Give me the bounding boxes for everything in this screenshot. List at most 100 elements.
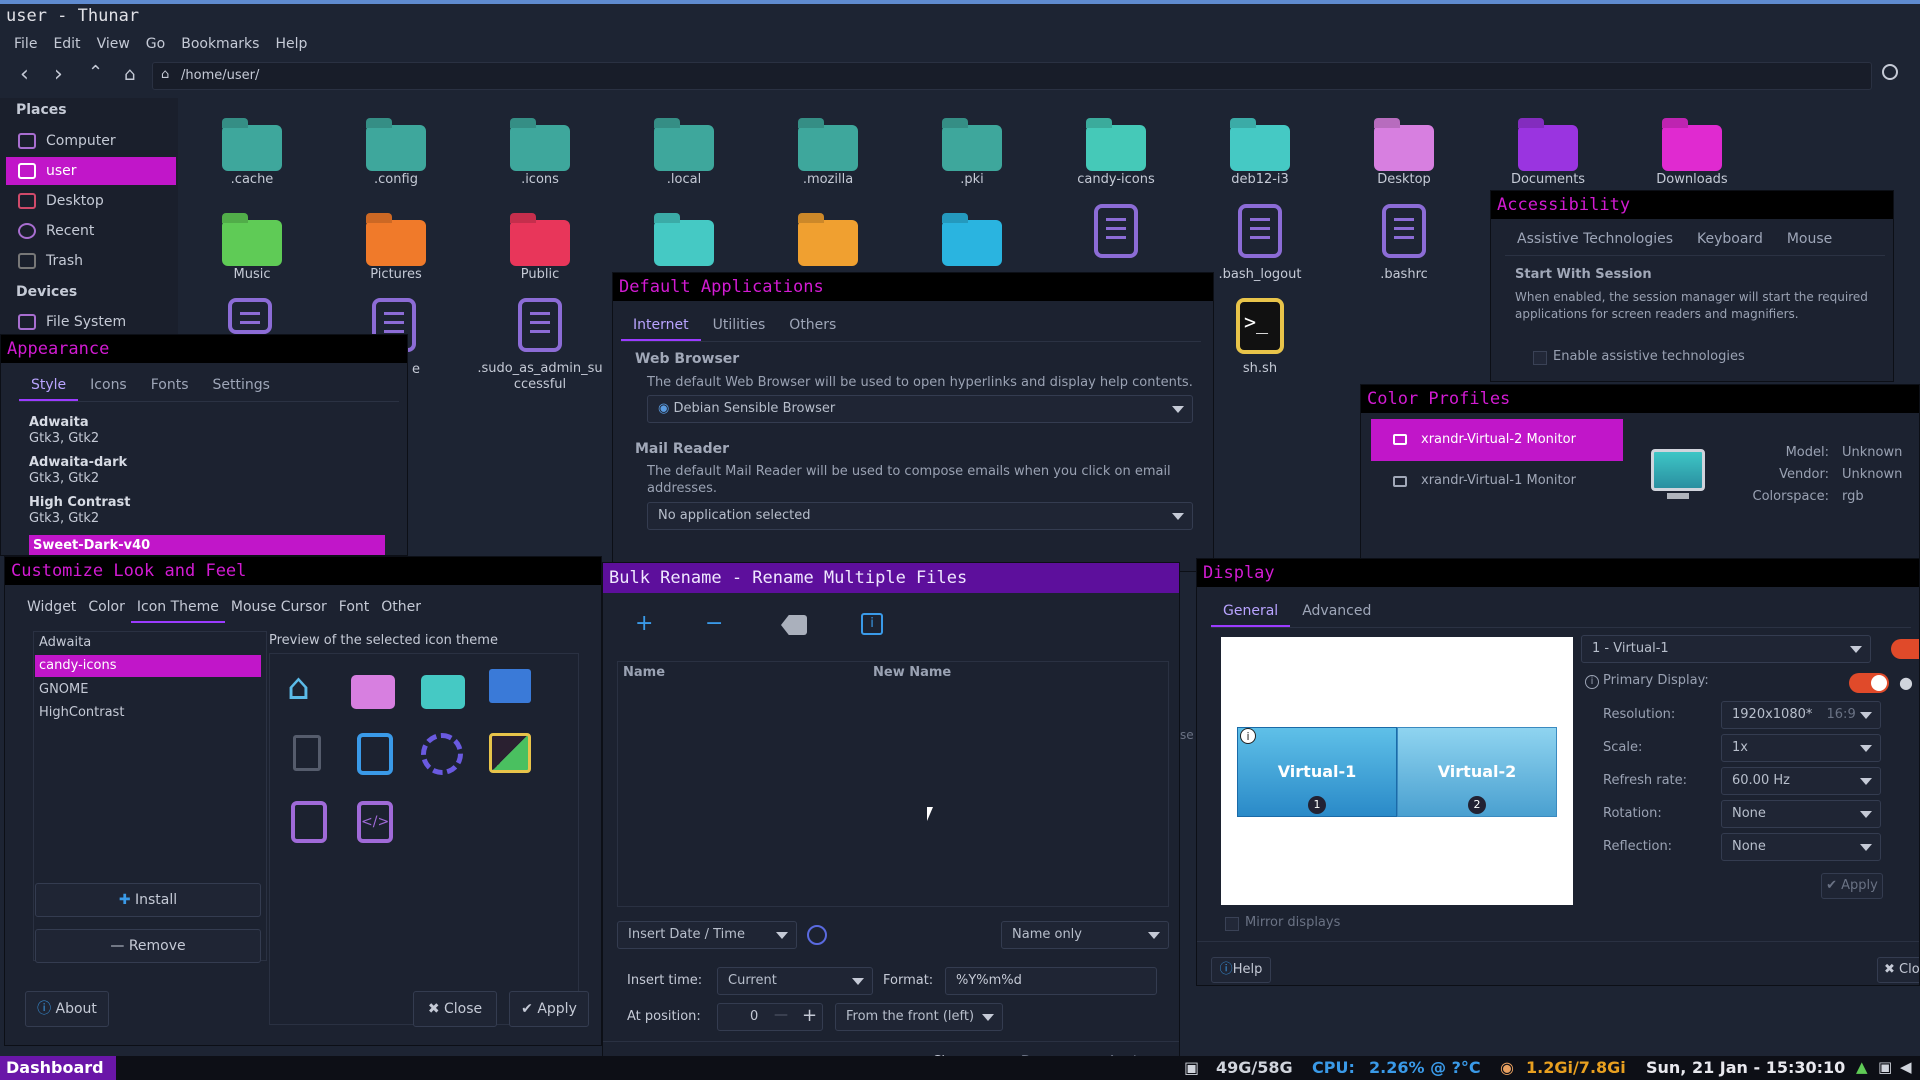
tab-settings[interactable]: Settings [201,369,282,401]
forward-icon[interactable]: › [54,62,63,87]
tab-utilities[interactable]: Utilities [701,309,778,341]
apply-button[interactable]: ✔ Apply [509,991,589,1027]
theme-item[interactable]: Adwaita-dark Gtk3, Gtk2 [29,455,319,487]
rename-mode-select[interactable]: Insert Date / Time [617,921,797,949]
tab-mouse-cursor[interactable]: Mouse Cursor [225,591,333,623]
format-input[interactable]: %Y%m%d [945,967,1157,995]
help-icon[interactable] [807,925,827,945]
theme-item[interactable]: Adwaita Gtk3, Gtk2 [29,415,319,447]
folder-icon[interactable] [942,125,1002,171]
tab-keyboard[interactable]: Keyboard [1685,223,1775,255]
pictures-folder-icon[interactable] [366,220,426,266]
output-toggle[interactable] [1891,639,1919,659]
sidebar-item-computer[interactable]: Computer [6,127,176,155]
monitor-virtual-1[interactable]: Virtual-1 1 i [1237,727,1397,817]
column-name[interactable]: Name [623,665,665,680]
desktop-folder-icon[interactable] [1374,125,1434,171]
rotation-select[interactable]: None [1721,800,1881,828]
sidebar-item-user[interactable]: user [6,157,176,185]
clear-icon[interactable] [781,615,807,635]
from-direction-select[interactable]: From the front (left) [835,1003,1003,1031]
position-stepper[interactable]: 0 — + [717,1003,823,1031]
folder-icon[interactable] [222,125,282,171]
text-file-icon[interactable] [518,298,562,352]
text-file-icon[interactable] [1094,204,1138,258]
tab-advanced[interactable]: Advanced [1290,595,1383,627]
dashboard-button[interactable]: Dashboard [0,1056,116,1080]
install-button[interactable]: ✚ Install [35,883,261,917]
folder-icon[interactable] [366,125,426,171]
folder-icon[interactable] [1230,125,1290,171]
list-item[interactable]: HighContrast [39,705,124,720]
reflection-select[interactable]: None [1721,833,1881,861]
tab-internet[interactable]: Internet [621,309,701,341]
sidebar-item-desktop[interactable]: Desktop [6,187,176,215]
folder-icon[interactable] [798,125,858,171]
script-file-icon[interactable]: >_ [1236,298,1284,354]
device-item-virtual-1[interactable]: xrandr-Virtual-1 Monitor [1371,461,1623,501]
assistive-checkbox[interactable] [1533,351,1547,365]
music-folder-icon[interactable] [222,220,282,266]
search-icon[interactable] [1882,64,1898,80]
column-new-name[interactable]: New Name [873,665,951,680]
web-browser-select[interactable]: ◉ Debian Sensible Browser [647,395,1193,423]
remove-files-icon[interactable]: − [705,611,723,636]
tab-general[interactable]: General [1211,595,1291,627]
resolution-select[interactable]: 1920x1080* 16:9 [1721,701,1881,729]
about-button[interactable]: ⓘ About [25,991,109,1027]
folder-icon[interactable] [1086,125,1146,171]
close-button[interactable]: ✖ Clo [1877,957,1919,983]
mirror-checkbox[interactable] [1225,917,1239,931]
home-icon[interactable]: ⌂ [124,64,135,85]
output-select[interactable]: 1 - Virtual-1 [1581,635,1871,663]
theme-item-selected[interactable]: Sweet-Dark-v40 [29,535,385,555]
text-file-icon[interactable] [1238,204,1282,258]
folder-icon[interactable] [510,125,570,171]
tab-widget[interactable]: Widget [21,591,82,623]
back-icon[interactable]: ‹ [20,62,29,87]
apply-button[interactable]: ✔ Apply [1821,873,1883,899]
tab-assistive-technologies[interactable]: Assistive Technologies [1505,223,1685,255]
tab-style[interactable]: Style [19,369,79,401]
tab-other[interactable]: Other [375,591,427,623]
monitor-virtual-2[interactable]: Virtual-2 2 [1397,727,1557,817]
list-item[interactable]: Adwaita [39,635,91,650]
add-files-icon[interactable]: + [635,611,653,636]
location-bar[interactable]: ⌂ /home/user/ [152,62,1872,90]
list-item[interactable]: GNOME [39,682,88,697]
videos-folder-icon[interactable] [942,220,1002,266]
list-item-selected[interactable]: candy-icons [35,655,261,677]
insert-time-select[interactable]: Current [717,967,873,995]
tab-icons[interactable]: Icons [78,369,139,401]
folder-icon[interactable] [654,125,714,171]
close-button[interactable]: ✖ Close [413,991,497,1027]
folder-icon[interactable] [654,220,714,266]
mail-reader-select[interactable]: No application selected [647,502,1193,530]
primary-display-toggle[interactable] [1849,673,1889,693]
network-icon[interactable]: ▲ [1856,1058,1868,1076]
sidebar-item-recent[interactable]: Recent [6,217,176,245]
menu-file[interactable]: File [14,36,37,52]
volume-icon[interactable]: ◀ [1900,1058,1912,1076]
scale-select[interactable]: 1x [1721,734,1881,762]
name-scope-select[interactable]: Name only [1001,921,1169,949]
public-folder-icon[interactable] [510,220,570,266]
menu-help[interactable]: Help [275,36,307,52]
downloads-folder-icon[interactable] [1662,125,1722,171]
text-file-icon[interactable] [1382,204,1426,258]
sidebar-item-trash[interactable]: Trash [6,247,176,275]
up-icon[interactable]: ⌃ [88,62,103,83]
menu-go[interactable]: Go [146,36,165,52]
device-item-virtual-2[interactable]: xrandr-Virtual-2 Monitor [1371,419,1623,461]
remove-button[interactable]: — Remove [35,929,261,963]
help-button[interactable]: ⓘHelp [1211,957,1271,983]
text-file-icon[interactable] [228,298,272,334]
menu-view[interactable]: View [97,36,130,52]
tab-fonts[interactable]: Fonts [139,369,201,401]
tab-color[interactable]: Color [82,591,131,623]
documents-folder-icon[interactable] [1518,125,1578,171]
theme-item[interactable]: High Contrast Gtk3, Gtk2 [29,495,319,527]
tab-others[interactable]: Others [777,309,848,341]
sidebar-item-filesystem[interactable]: File System [6,308,176,336]
tray-icon[interactable]: ▣ [1878,1058,1892,1076]
